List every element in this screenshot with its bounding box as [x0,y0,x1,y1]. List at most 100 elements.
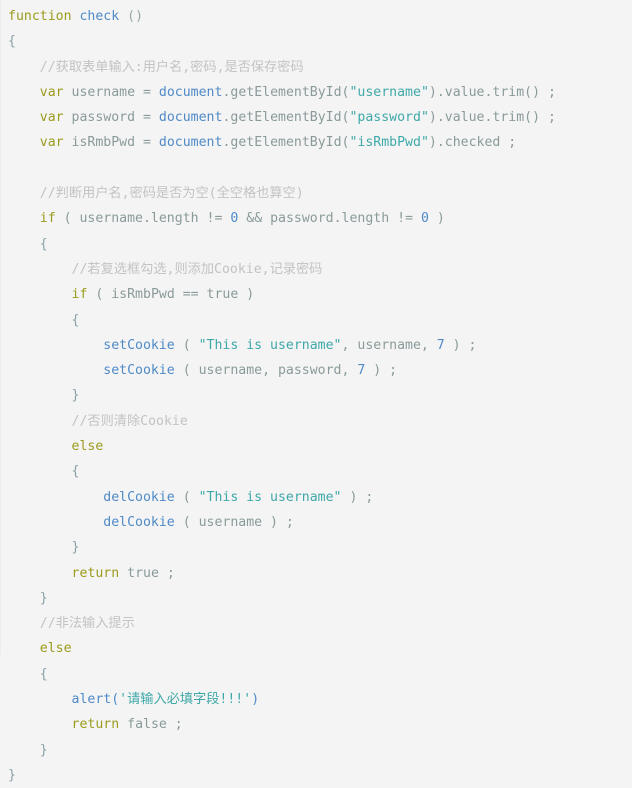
code-token-id: ) ; [444,337,477,353]
code-token-punc: () [127,9,144,24]
code-token-id: .getElementById( [222,110,350,126]
code-token-brace: } [39,590,48,606]
code-token-id: ; [166,717,183,733]
code-token-fn: alert( [71,692,120,708]
code-line: { [0,662,632,687]
code-token-fn: ) [251,692,260,708]
code-token-fn: setCookie [103,337,175,353]
code-line: //判断用户名,密码是否为空(全空格也算空) [0,181,632,206]
code-token-kw: else [71,439,104,455]
code-token-kw: if [39,211,56,227]
code-token-cmt: //非法输入提示 [39,616,135,632]
code-line: { [0,29,632,54]
code-token-cmt: //判断用户名,密码是否为空(全空格也算空) [39,186,304,202]
code-token-num: 7 [436,337,445,353]
code-token-kw: function [8,9,72,24]
code-token-op: != [206,211,223,227]
code-line: } [0,738,632,763]
code-token-brace: } [71,540,80,556]
code-token-cmt: //否则清除Cookie [71,413,188,429]
code-token-brace: } [39,742,48,758]
code-line: delCookie ( username ) ; [0,510,632,535]
code-line: var password = document.getElementById("… [0,105,632,130]
code-token-id: ( [174,337,199,353]
code-line: var username = document.getElementById("… [0,80,632,105]
code-token-kw: return [71,565,120,581]
code-token-cmt: //若复选框勾选,则添加Cookie,记录密码 [71,261,323,277]
code-token-str: '请输入必填字段!!!' [119,692,252,708]
code-token-id: ( [174,489,199,505]
code-snippet-block: function check () { //获取表单输入:用户名,密码,是否保存密… [0,0,632,783]
code-line: } [0,586,632,611]
code-token-id: password.length [262,211,398,227]
code-token-fn: document [158,84,223,100]
code-token-str: "This is username" [198,337,342,353]
code-token-fn: setCookie [103,363,175,379]
code-token-id: ; [158,565,175,581]
code-token-op: && [246,211,263,227]
code-line: alert('请输入必填字段!!!') [0,687,632,712]
code-token-op: = [143,84,151,100]
code-line: { [0,232,632,257]
code-line: //若复选框勾选,则添加Cookie,记录密码 [0,257,632,282]
code-token-fn: document [158,135,223,151]
code-token-op: == [182,287,199,303]
code-token-id: isRmbPwd [63,135,143,151]
code-line: else [0,636,632,661]
code-token-fn: document [158,110,223,126]
code-token-id: ) [238,287,255,303]
code-token-kw: var [39,110,64,126]
code-token-id: ( isRmbPwd [87,287,183,303]
code-line: //非法输入提示 [0,611,632,636]
code-token-str: "This is username" [198,489,342,505]
code-token-id: ( username ) ; [174,514,294,530]
code-token-kw: return [71,717,120,733]
code-token-id: password [63,110,143,126]
code-line: //否则清除Cookie [0,409,632,434]
code-line: return true ; [0,561,632,586]
code-token-op: = [143,135,151,151]
code-token-str: "isRmbPwd" [349,135,429,151]
code-token-id: ) [428,211,445,227]
code-token-bool: false [127,717,167,733]
code-token-fn: delCookie [103,514,175,530]
code-token-id: ).value.trim() ; [428,110,556,126]
code-line: { [0,308,632,333]
code-token-id: username [63,84,143,100]
code-token-id: .getElementById( [222,84,350,100]
code-token-brace: { [71,464,80,480]
code-token-str: "password" [349,110,429,126]
code-token-id: ( username.length [55,211,207,227]
left-gutter-rule [0,0,1,655]
code-token-id: ).checked ; [428,135,517,151]
code-line: if ( username.length != 0 && password.le… [0,206,632,231]
code-line: if ( isRmbPwd == true ) [0,282,632,307]
code-token-id: ) ; [341,489,374,505]
code-line: //获取表单输入:用户名,密码,是否保存密码 [0,55,632,80]
